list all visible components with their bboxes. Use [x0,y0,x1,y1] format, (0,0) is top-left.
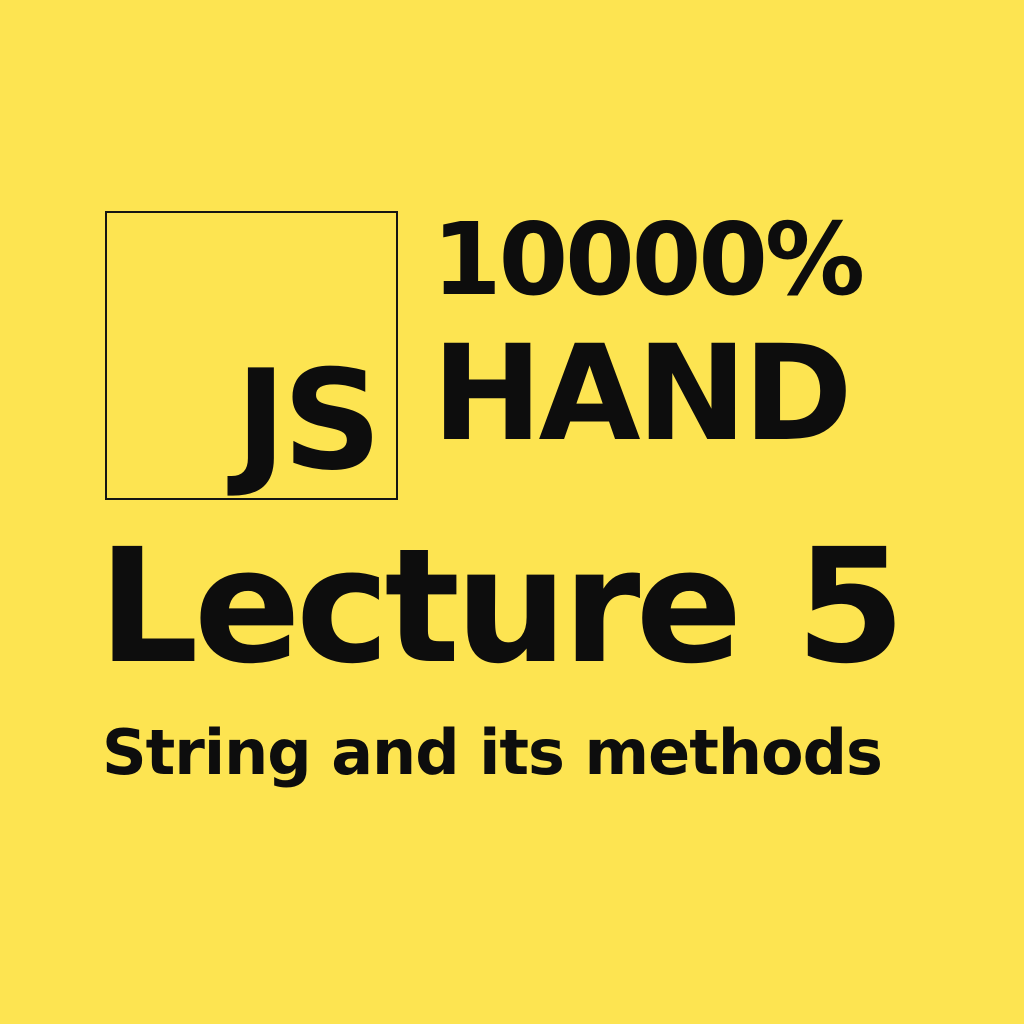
js-logo-box: JS [105,211,398,500]
lecture-number: 5 [795,515,906,699]
lecture-title: Lecture 5 [98,528,906,686]
lecture-subtitle: String and its methods [102,716,883,789]
lecture-word: Lecture [98,515,743,699]
headline-hand: HAND [432,317,853,471]
js-logo-text: JS [235,340,382,501]
headline-percentage: 10000% [432,201,865,318]
lecture-cover: JS 10000% HAND Lecture 5 String and its m… [0,0,1024,1024]
